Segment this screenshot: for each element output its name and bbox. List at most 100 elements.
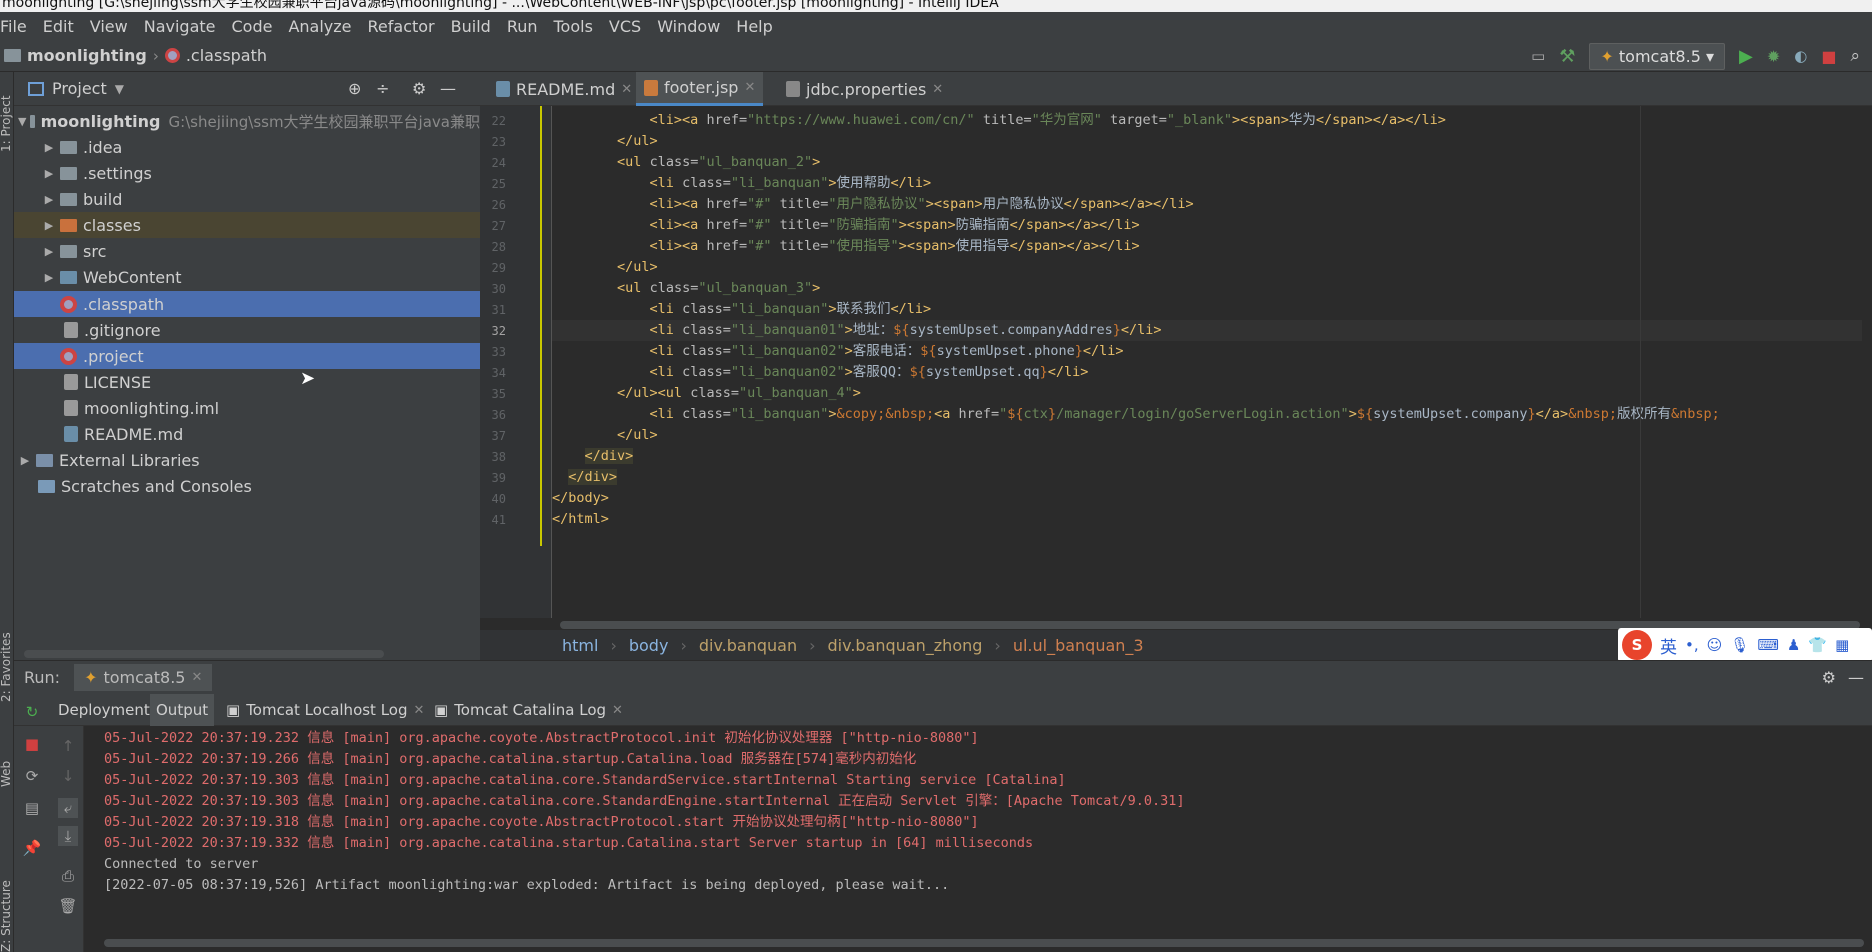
code-editor[interactable]: <li><a href="https://www.huawei.com/cn/"… <box>552 106 1872 618</box>
close-icon[interactable]: ✕ <box>932 82 943 97</box>
tree-item-classpath[interactable]: .classpath <box>14 291 480 317</box>
console-output[interactable]: 05-Jul-2022 20:37:19.232 信息 [main] org.a… <box>84 726 1872 934</box>
keyboard-icon[interactable]: ⌨ <box>1757 636 1779 654</box>
run-config-tab[interactable]: ✦ tomcat8.5 ✕ <box>74 664 213 691</box>
chevron-right-icon[interactable]: ▶ <box>18 454 32 467</box>
structure-tool-label[interactable]: Z: Structure <box>0 880 13 952</box>
print-icon[interactable]: ⎙ <box>58 866 78 886</box>
breadcrumb-html[interactable]: html <box>562 636 598 655</box>
tree-item-idea[interactable]: ▶ .idea <box>14 134 480 160</box>
menu-code[interactable]: Code <box>232 17 273 36</box>
close-icon[interactable]: ✕ <box>621 82 632 97</box>
trash-icon[interactable]: 🗑 <box>58 896 78 916</box>
tab-jdbc-properties[interactable]: jdbc.properties ✕ <box>778 72 951 106</box>
grid-icon[interactable]: ▦ <box>1835 636 1849 654</box>
chevron-right-icon[interactable]: ▶ <box>42 141 56 154</box>
tree-item-gitignore[interactable]: .gitignore <box>14 317 480 343</box>
scrollbar-thumb[interactable] <box>104 939 1864 947</box>
scroll-to-end-icon[interactable]: ⤓ <box>58 826 78 846</box>
tree-item-license[interactable]: LICENSE <box>14 369 480 395</box>
chevron-right-icon[interactable]: ▶ <box>42 193 56 206</box>
pin-icon[interactable]: 📌 <box>22 838 42 858</box>
favorites-tool-label[interactable]: 2: Favorites <box>0 632 13 702</box>
tree-item-external-libraries[interactable]: ▶ External Libraries <box>14 447 480 473</box>
locate-icon[interactable]: ⊕ <box>348 79 361 98</box>
chevron-right-icon[interactable]: ▶ <box>42 219 56 232</box>
menu-file[interactable]: File <box>0 17 27 36</box>
rerun-icon[interactable]: ↻ <box>22 702 42 722</box>
build-hammer-icon[interactable]: ⚒ <box>1559 46 1575 67</box>
run-config-select[interactable]: ✦ tomcat8.5 ▾ <box>1589 42 1725 70</box>
menu-analyze[interactable]: Analyze <box>288 17 351 36</box>
web-tool-label[interactable]: Web <box>0 761 13 787</box>
tree-root[interactable]: ▼ moonlighting G:\shejiing\ssm大学生校园兼职平台j… <box>14 108 480 134</box>
nav-file[interactable]: .classpath <box>186 46 267 65</box>
breadcrumb-div-banquan-zhong[interactable]: div.banquan_zhong <box>828 636 983 655</box>
menu-run[interactable]: Run <box>507 17 538 36</box>
chevron-right-icon[interactable]: ▶ <box>42 245 56 258</box>
breadcrumb-body[interactable]: body <box>629 636 669 655</box>
update-icon[interactable]: ⟳ <box>22 766 42 786</box>
stop-icon[interactable]: ■ <box>1821 47 1836 66</box>
breadcrumb-ul-banquan-3[interactable]: ul.ul_banquan_3 <box>1013 636 1144 655</box>
tab-deployment[interactable]: Deployment <box>52 694 156 726</box>
tree-item-scratches[interactable]: Scratches and Consoles <box>14 473 480 499</box>
tree-item-iml[interactable]: moonlighting.iml <box>14 395 480 421</box>
chevron-down-icon[interactable]: ▼ <box>18 115 26 128</box>
project-tool-label[interactable]: 1: Project <box>0 95 13 152</box>
close-icon[interactable]: ✕ <box>414 703 425 718</box>
console-horizontal-scrollbar[interactable] <box>84 934 1872 952</box>
tree-scrollbar[interactable] <box>24 650 384 658</box>
close-icon[interactable]: ✕ <box>744 80 755 95</box>
arrow-up-icon[interactable]: ↑ <box>58 736 78 756</box>
menu-navigate[interactable]: Navigate <box>144 17 216 36</box>
microphone-icon[interactable]: 🎙 <box>1730 636 1749 654</box>
gear-icon[interactable]: ⚙ <box>1822 668 1836 687</box>
punctuation-icon[interactable]: •, <box>1685 636 1699 654</box>
tree-item-build[interactable]: ▶ build <box>14 186 480 212</box>
soft-wrap-icon[interactable]: ⤶ <box>58 798 78 818</box>
chevron-down-icon[interactable]: ▼ <box>115 82 124 96</box>
run-icon[interactable]: ▶ <box>1739 46 1753 67</box>
arrow-down-icon[interactable]: ↓ <box>58 766 78 786</box>
menu-build[interactable]: Build <box>451 17 491 36</box>
tree-item-settings[interactable]: ▶ .settings <box>14 160 480 186</box>
tree-item-src[interactable]: ▶ src <box>14 238 480 264</box>
tab-readme[interactable]: README.md ✕ <box>488 72 640 106</box>
close-icon[interactable]: ✕ <box>191 670 202 685</box>
tree-item-readme[interactable]: README.md <box>14 421 480 447</box>
coverage-icon[interactable]: ◐ <box>1794 47 1807 65</box>
menu-view[interactable]: View <box>90 17 128 36</box>
tree-item-classes[interactable]: ▶ classes <box>14 212 480 238</box>
gear-icon[interactable]: ⚙ <box>412 79 426 98</box>
minimize-icon[interactable]: — <box>440 79 456 98</box>
layout-icon[interactable]: ▤ <box>22 798 42 818</box>
ime-lang[interactable]: 英 <box>1660 633 1677 658</box>
breadcrumb-div-banquan[interactable]: div.banquan <box>699 636 797 655</box>
menu-window[interactable]: Window <box>657 17 720 36</box>
close-icon[interactable]: ✕ <box>612 703 623 718</box>
emoji-icon[interactable]: ☺ <box>1707 636 1723 654</box>
search-icon[interactable]: ⌕ <box>1850 46 1860 66</box>
layout-icon[interactable]: ▭ <box>1531 47 1545 65</box>
editor-scrollbar[interactable] <box>1862 106 1872 618</box>
tab-tomcat-localhost-log[interactable]: ▣ Tomcat Localhost Log ✕ <box>220 694 430 726</box>
debug-icon[interactable]: ✹ <box>1767 47 1780 66</box>
project-panel-title[interactable]: Project <box>52 79 107 98</box>
tab-output[interactable]: Output <box>150 694 215 726</box>
tab-footer-jsp[interactable]: footer.jsp ✕ <box>636 72 764 106</box>
user-icon[interactable]: ♟ <box>1787 636 1800 654</box>
menu-tools[interactable]: Tools <box>554 17 593 36</box>
skin-icon[interactable]: 👕 <box>1808 636 1827 654</box>
minimize-icon[interactable]: — <box>1848 668 1864 687</box>
chevron-right-icon[interactable]: ▶ <box>42 167 56 180</box>
menu-edit[interactable]: Edit <box>43 17 74 36</box>
tab-tomcat-catalina-log[interactable]: ▣ Tomcat Catalina Log ✕ <box>428 694 629 726</box>
sogou-logo-icon[interactable]: S <box>1622 630 1652 660</box>
tree-item-webcontent[interactable]: ▶ WebContent <box>14 264 480 290</box>
menu-vcs[interactable]: VCS <box>609 17 641 36</box>
menu-help[interactable]: Help <box>736 17 772 36</box>
nav-project[interactable]: moonlighting <box>27 46 147 65</box>
tree-item-project[interactable]: .project <box>14 343 480 369</box>
menu-refactor[interactable]: Refactor <box>368 17 435 36</box>
